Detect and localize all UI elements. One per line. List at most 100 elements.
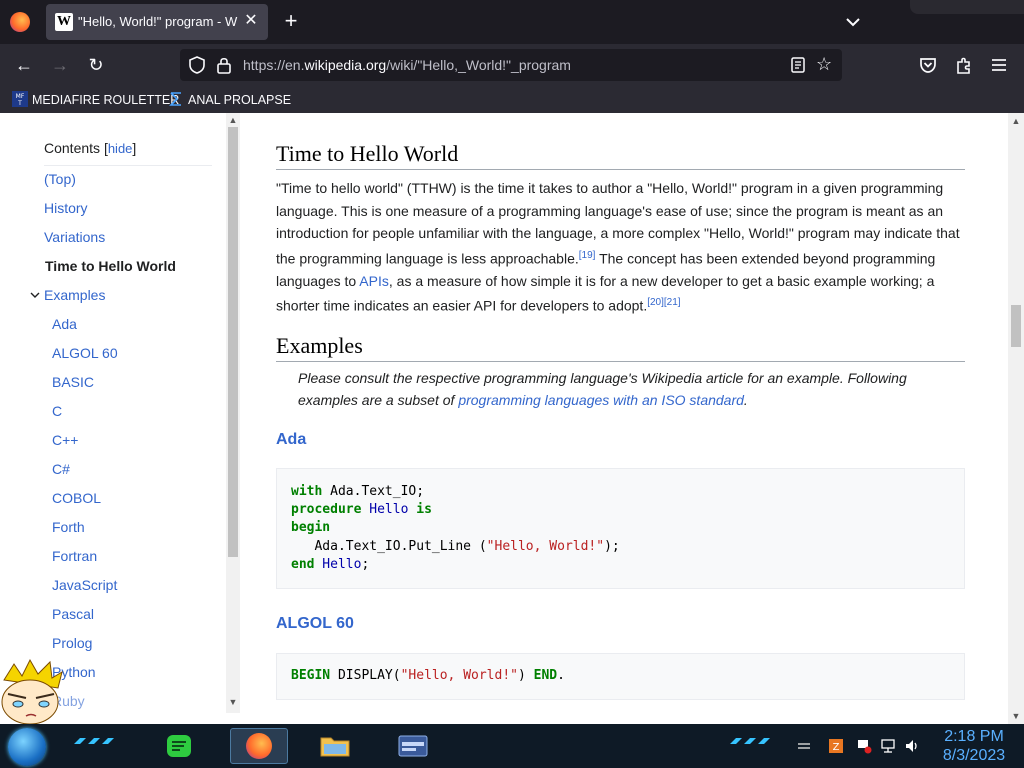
taskbar-app-firefox[interactable] [230, 728, 288, 764]
network-icon[interactable] [880, 738, 896, 754]
section-heading-examples: Examples [276, 333, 965, 362]
toc-hide-link[interactable]: hide [108, 141, 133, 156]
scroll-down-icon[interactable]: ▼ [228, 697, 238, 707]
toc-item-top[interactable]: (Top) [44, 171, 76, 187]
clock-date: 8/3/2023 [942, 747, 1006, 764]
lock-icon[interactable] [216, 56, 232, 74]
green-notes-icon [167, 735, 191, 757]
bookmarks-toolbar: MF T MEDIAFIRE ROULETTER ANAL PROLAPSE [0, 86, 1024, 113]
hatnote-text: . [743, 392, 748, 408]
code-token: is [408, 502, 432, 518]
code-token: ) [518, 668, 534, 683]
url-text[interactable]: https://en.wikipedia.org/wiki/"Hello,_Wo… [243, 57, 571, 73]
reload-button[interactable]: ↻ [84, 53, 108, 77]
start-orb-icon[interactable] [8, 728, 46, 766]
scroll-down-icon[interactable]: ▼ [1011, 711, 1021, 721]
page-scrollbar[interactable]: ▲ ▼ [1008, 113, 1024, 724]
toc-item-fortran[interactable]: Fortran [52, 548, 97, 564]
toc-item-history[interactable]: History [44, 200, 88, 216]
tray-app-icon[interactable]: Z [828, 738, 844, 754]
code-token: procedure [291, 502, 362, 518]
code-token: BEGIN [291, 668, 331, 683]
toc-scrollbar[interactable]: ▲ ▼ [226, 113, 240, 713]
scroll-up-icon[interactable]: ▲ [228, 115, 238, 125]
navigation-bar: ← → ↻ https://en.wikipedia.org/wiki/"Hel… [0, 44, 1024, 86]
apis-link[interactable]: APIs [359, 273, 389, 289]
browser-tab[interactable]: W "Hello, World!" program - Wiki ✕ [46, 4, 268, 40]
taskbar-deco-icon [730, 738, 770, 744]
reader-view-icon[interactable] [790, 57, 806, 73]
reference-20-21[interactable]: [20][21] [647, 297, 680, 308]
scroll-up-icon[interactable]: ▲ [1011, 116, 1021, 126]
tray-overflow-icon[interactable] [796, 738, 812, 754]
ada-code-block: with Ada.Text_IO; procedure Hello is beg… [276, 468, 965, 589]
algol-code-block: BEGIN DISPLAY("Hello, World!") END. [276, 653, 965, 700]
subheading-ada: Ada [276, 431, 307, 448]
volume-icon[interactable] [904, 738, 920, 754]
toc-item-ada[interactable]: Ada [52, 316, 77, 332]
table-of-contents: Contents [hide] (Top) History Variations… [0, 113, 240, 724]
code-token: end [291, 556, 315, 572]
toc-item-time-to-hello-world[interactable]: Time to Hello World [45, 258, 176, 274]
toc-item-cpp[interactable]: C++ [52, 432, 78, 448]
reference-19[interactable]: [19] [579, 250, 596, 261]
address-bar[interactable]: https://en.wikipedia.org/wiki/"Hello,_Wo… [180, 49, 842, 81]
toc-heading: Contents [44, 140, 101, 156]
toc-item-c[interactable]: C [52, 403, 62, 419]
bookmark-star-icon[interactable]: ☆ [816, 54, 836, 74]
taskbar-app-file-explorer[interactable] [306, 728, 364, 764]
pocket-icon[interactable] [918, 55, 938, 75]
toc-item-pascal[interactable]: Pascal [52, 606, 94, 622]
desktop-mascot-image [1, 658, 63, 725]
toc-item-javascript[interactable]: JavaScript [52, 577, 117, 593]
mediafire-icon: MFT [12, 91, 28, 107]
extensions-icon[interactable] [954, 55, 974, 75]
bookmark-mediafire-roulette[interactable]: MF T MEDIAFIRE ROULETTER [12, 90, 179, 110]
toc-item-algol-60[interactable]: ALGOL 60 [52, 345, 118, 361]
new-tab-button[interactable]: + [280, 10, 302, 32]
toc-item-basic[interactable]: BASIC [52, 374, 94, 390]
wikipedia-favicon-icon: W [55, 13, 73, 31]
toc-item-csharp[interactable]: C# [52, 461, 70, 477]
toc-item-forth[interactable]: Forth [52, 519, 85, 535]
svg-text:Z: Z [833, 742, 840, 753]
tray-flag-icon[interactable] [856, 738, 872, 754]
code-token: END [533, 668, 558, 683]
tab-list-chevron-icon[interactable] [842, 12, 864, 32]
tab-bar: W "Hello, World!" program - Wiki ✕ + [0, 0, 1024, 44]
sigma-icon [169, 92, 181, 106]
chevron-down-icon[interactable] [30, 290, 40, 300]
bookmark-second[interactable]: ANAL PROLAPSE [168, 90, 291, 110]
toc-scroll-thumb[interactable] [228, 127, 238, 557]
code-token: . [557, 668, 565, 683]
firefox-icon[interactable] [10, 12, 30, 32]
folder-icon [320, 737, 350, 757]
toc-item-cobol[interactable]: COBOL [52, 490, 101, 506]
shield-icon[interactable] [188, 56, 206, 74]
code-token: Hello [314, 556, 362, 572]
code-token: "Hello, World!" [486, 538, 605, 554]
toc-item-prolog[interactable]: Prolog [52, 635, 92, 651]
tab-title: "Hello, World!" program - Wiki [78, 14, 238, 29]
section-heading-time-to-hello-world: Time to Hello World [276, 141, 965, 170]
svg-text:T: T [17, 100, 22, 107]
code-token: "Hello, World!" [400, 668, 518, 683]
close-tab-icon[interactable]: ✕ [242, 12, 260, 30]
taskbar-deco-icon [74, 738, 114, 744]
window-decoration [910, 0, 1024, 14]
taskbar-app-window[interactable] [384, 728, 442, 764]
forward-button[interactable]: → [48, 53, 72, 77]
page-scroll-thumb[interactable] [1011, 305, 1021, 347]
taskbar-app-notes[interactable] [150, 728, 208, 764]
code-token: ; [361, 556, 370, 572]
back-button[interactable]: ← [12, 53, 36, 77]
code-token: Ada.Text_IO; [322, 484, 425, 499]
iso-standard-link[interactable]: programming languages with an ISO standa… [458, 392, 744, 408]
toc-item-examples[interactable]: Examples [44, 287, 105, 303]
code-token: Hello [361, 502, 409, 518]
taskbar-clock[interactable]: 2:18 PM 8/3/2023 [934, 727, 1014, 765]
tthw-paragraph: "Time to hello world" (TTHW) is the time… [276, 177, 966, 317]
menu-icon[interactable] [990, 56, 1008, 74]
toc-item-variations[interactable]: Variations [44, 229, 105, 245]
taskbar: Z 2:18 PM 8/3/2023 [0, 724, 1024, 768]
